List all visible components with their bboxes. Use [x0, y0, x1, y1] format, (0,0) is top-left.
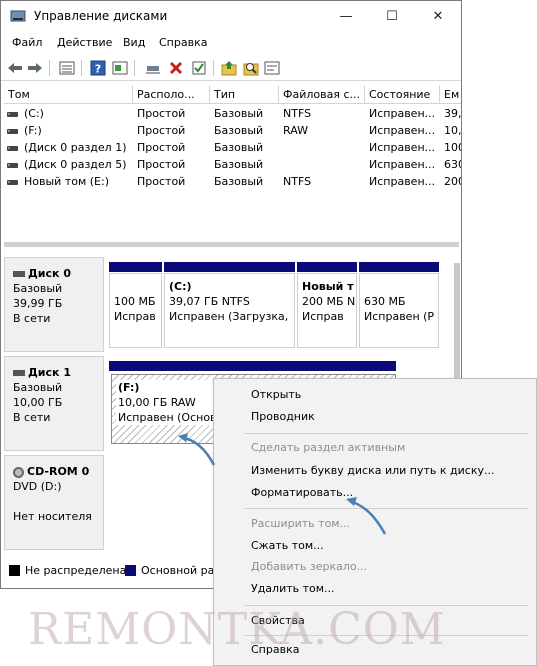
annotation-arrows — [178, 433, 387, 535]
arrowhead — [178, 433, 188, 442]
arrowhead — [346, 497, 357, 506]
annotation-arrow — [349, 499, 387, 535]
watermark: REMONTKA.COM — [28, 604, 446, 655]
